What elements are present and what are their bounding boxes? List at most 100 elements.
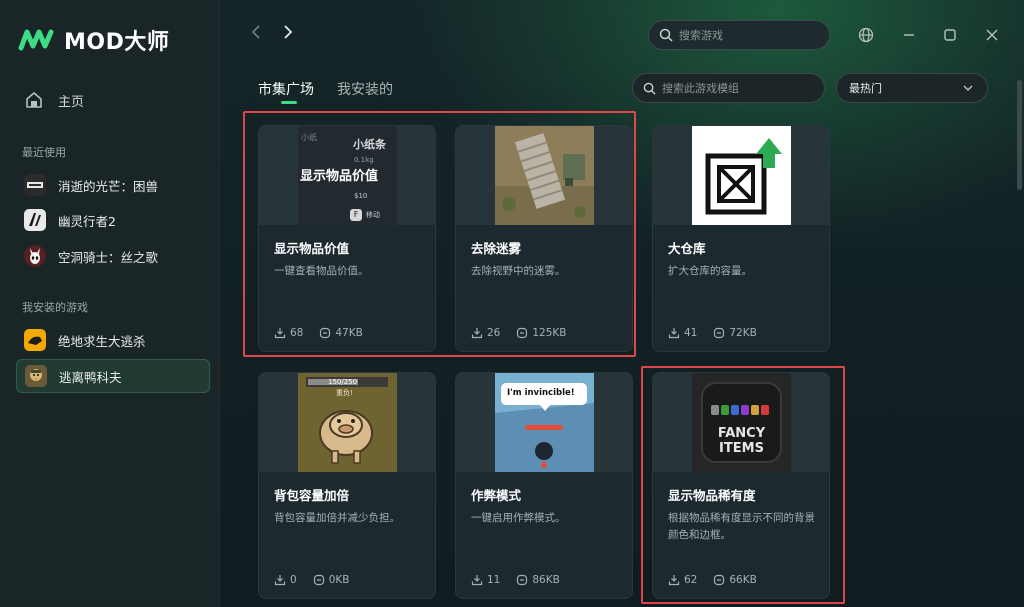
sort-dropdown[interactable]: 最热门 bbox=[836, 73, 988, 103]
fancy-items-logo bbox=[692, 373, 791, 472]
file-size: 0KB bbox=[328, 574, 350, 586]
duckov-icon bbox=[25, 365, 47, 387]
home-icon bbox=[26, 92, 42, 108]
download-icon bbox=[471, 575, 483, 586]
file-size-icon bbox=[517, 327, 528, 339]
sidebar-item-ghostrunner[interactable]: 幽灵行者2 bbox=[16, 203, 210, 237]
mod-description: 一键启用作弊模式。 bbox=[471, 512, 566, 524]
mod-thumbnail: FANCY ITEMS bbox=[692, 373, 791, 472]
mod-stats: 26 125KB bbox=[471, 327, 583, 339]
search-icon bbox=[643, 82, 656, 95]
mod-description: 一键查看物品价值。 bbox=[274, 265, 369, 277]
mod-description: 根据物品稀有度显示不同的背景颜色和边框。 bbox=[668, 512, 815, 541]
sidebar-item-label: 绝地求生大逃杀 bbox=[58, 333, 146, 349]
mod-stats: 62 66KB bbox=[668, 574, 773, 586]
thumb-text: 小纸 bbox=[301, 133, 317, 142]
game-search-placeholder: 搜索游戏 bbox=[679, 29, 723, 42]
file-size-icon bbox=[714, 327, 725, 339]
sidebar-item-label: 空洞骑士：丝之歌 bbox=[58, 249, 159, 265]
mod-stats: 68 47KB bbox=[274, 327, 379, 339]
file-size-icon bbox=[313, 574, 324, 586]
installed-section-title: 我安装的游戏 bbox=[22, 301, 88, 314]
mod-title: 背包容量加倍 bbox=[274, 488, 350, 503]
mod-thumbnail: I'm invincible! bbox=[495, 373, 594, 472]
mod-title: 显示物品稀有度 bbox=[668, 488, 756, 503]
sidebar-item-home[interactable]: 主页 bbox=[24, 88, 84, 112]
close-button[interactable] bbox=[981, 24, 1003, 46]
mod-search-input[interactable]: 搜索此游戏模组 bbox=[632, 73, 825, 103]
logo-mark-icon bbox=[18, 29, 54, 51]
chevron-left-icon bbox=[251, 25, 260, 39]
storage-box-icon bbox=[692, 126, 791, 225]
logo-text: MOD大师 bbox=[64, 30, 170, 55]
pubg-icon bbox=[24, 329, 46, 351]
mod-title: 作弊模式 bbox=[471, 488, 522, 503]
mod-thumbnail: 小纸 小纸条 0.1kg 显示物品价值 $10 F 移动 bbox=[298, 126, 397, 225]
close-icon bbox=[986, 29, 998, 41]
sidebar-item-label: 逃离鸭科夫 bbox=[59, 369, 122, 385]
thumb-text: FANCY bbox=[717, 426, 766, 441]
globe-icon bbox=[858, 27, 874, 43]
file-size-icon bbox=[517, 574, 528, 586]
sidebar-item-duckov[interactable]: 逃离鸭科夫 bbox=[16, 359, 210, 393]
chevron-right-icon bbox=[284, 25, 293, 39]
app-logo: MOD大师 bbox=[18, 24, 169, 56]
minimize-button[interactable] bbox=[898, 24, 920, 46]
maximize-icon bbox=[944, 29, 956, 41]
back-button[interactable] bbox=[246, 24, 266, 46]
download-count: 62 bbox=[684, 574, 698, 586]
mod-card-double-backpack[interactable]: 150/250 重负! 背包容量加倍 背包容量加倍并减少负担。 0 0KB bbox=[258, 372, 436, 599]
thumb-text: $10 bbox=[354, 192, 368, 200]
download-count: 11 bbox=[487, 574, 501, 586]
sort-value: 最热门 bbox=[849, 82, 882, 95]
file-size-icon bbox=[714, 574, 725, 586]
thumb-text: ITEMS bbox=[719, 441, 764, 456]
download-count: 68 bbox=[290, 327, 304, 339]
mod-card-big-storage[interactable]: 大仓库 扩大仓库的容量。 41 72KB bbox=[652, 125, 830, 352]
sidebar-item-dying-light[interactable]: 消逝的光芒：困兽 bbox=[16, 168, 210, 202]
tab-installed[interactable]: 我安装的 bbox=[337, 79, 393, 99]
maximize-button[interactable] bbox=[939, 24, 961, 46]
thumb-text: 150/250 bbox=[328, 378, 358, 386]
search-icon bbox=[659, 28, 673, 42]
file-size: 66KB bbox=[729, 574, 757, 586]
language-button[interactable] bbox=[855, 24, 877, 46]
mod-card-item-rarity[interactable]: FANCY ITEMS 显示物品稀有度 根据物品稀有度显示不同的背景颜色和边框。… bbox=[652, 372, 830, 599]
recent-section-title: 最近使用 bbox=[22, 146, 66, 159]
download-icon bbox=[274, 575, 286, 586]
download-icon bbox=[668, 575, 680, 586]
tab-market[interactable]: 市集广场 bbox=[258, 79, 314, 99]
chevron-down-icon bbox=[963, 85, 973, 91]
thumb-text: 0.1kg bbox=[354, 156, 374, 164]
sidebar-item-label: 幽灵行者2 bbox=[58, 213, 116, 229]
download-count: 0 bbox=[290, 574, 297, 586]
sidebar-item-pubg[interactable]: 绝地求生大逃杀 bbox=[16, 323, 210, 357]
app-window: MOD大师 主页 最近使用 消逝的光芒：困兽 幽灵行者2 空洞骑士：丝之歌 我安… bbox=[0, 0, 1024, 607]
scrollbar[interactable] bbox=[1017, 80, 1022, 190]
mod-card-remove-fog[interactable]: 去除迷雾 去除视野中的迷雾。 26 125KB bbox=[455, 125, 633, 352]
file-size: 47KB bbox=[335, 327, 363, 339]
game-search-input[interactable]: 搜索游戏 bbox=[648, 20, 830, 50]
download-count: 41 bbox=[684, 327, 698, 339]
sidebar-item-label: 消逝的光芒：困兽 bbox=[58, 178, 159, 194]
mod-card-item-value[interactable]: 小纸 小纸条 0.1kg 显示物品价值 $10 F 移动 显示物品价值 一键查看… bbox=[258, 125, 436, 352]
thumb-speech-text: I'm invincible! bbox=[507, 388, 575, 398]
thumb-text: 重负! bbox=[336, 389, 353, 397]
download-count: 26 bbox=[487, 327, 501, 339]
forward-button[interactable] bbox=[278, 24, 298, 46]
mod-stats: 11 86KB bbox=[471, 574, 576, 586]
mod-stats: 0 0KB bbox=[274, 574, 365, 586]
download-icon bbox=[668, 328, 680, 339]
mod-card-cheat-mode[interactable]: I'm invincible! 作弊模式 一键启用作弊模式。 11 86KB bbox=[455, 372, 633, 599]
mod-thumbnail bbox=[692, 126, 791, 225]
ghostrunner-icon bbox=[24, 209, 46, 231]
mod-description: 扩大仓库的容量。 bbox=[668, 265, 752, 277]
mod-description: 背包容量加倍并减少负担。 bbox=[274, 512, 400, 524]
mod-title: 去除迷雾 bbox=[471, 241, 522, 256]
thumb-text: 移动 bbox=[366, 211, 380, 219]
mod-description: 去除视野中的迷雾。 bbox=[471, 265, 566, 277]
sidebar-item-hollow-knight[interactable]: 空洞骑士：丝之歌 bbox=[16, 239, 210, 273]
mod-title: 显示物品价值 bbox=[274, 241, 350, 256]
hollow-knight-icon bbox=[24, 245, 46, 267]
fog-scene-image bbox=[495, 126, 594, 225]
